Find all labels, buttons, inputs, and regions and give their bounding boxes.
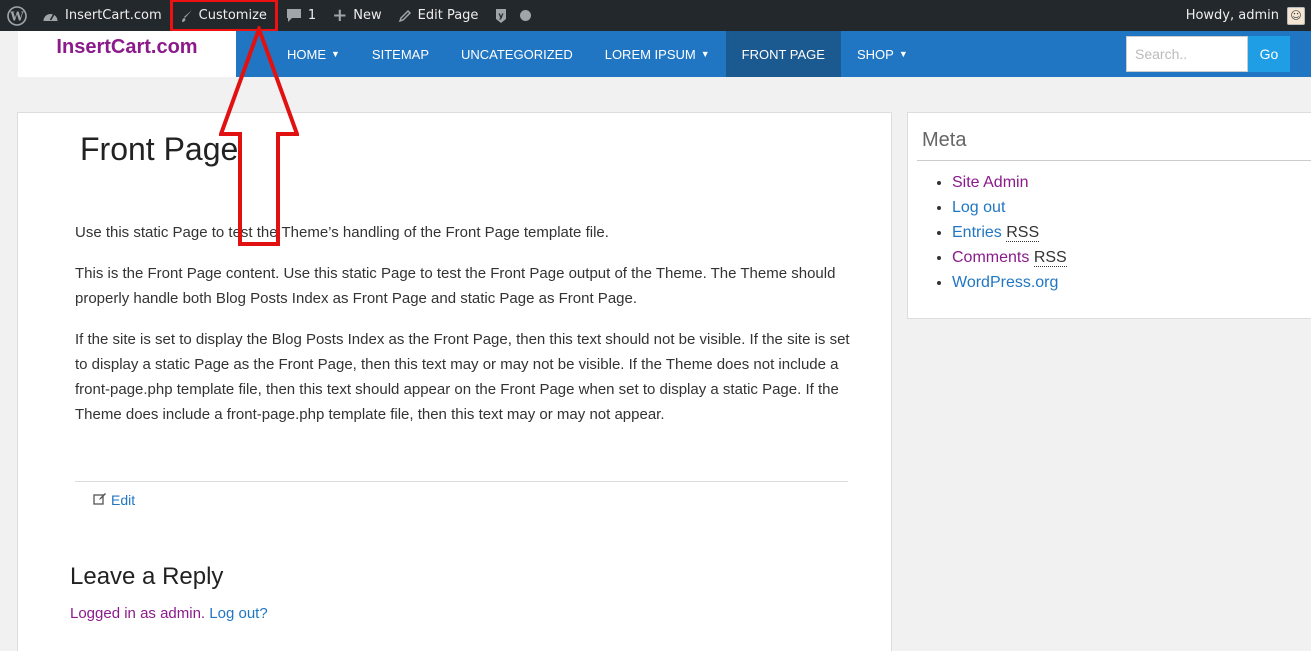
menu-item-label: UNCATEGORIZED (461, 46, 573, 62)
main-content-card: Front Page Use this static Page to test … (17, 112, 892, 651)
comment-bubble-icon (286, 8, 302, 23)
plus-icon: + (332, 4, 348, 26)
edit-page-label: Edit Page (417, 8, 479, 23)
reply-title: Leave a Reply (70, 563, 224, 590)
list-item: Site Admin (952, 170, 1067, 195)
log-out-link[interactable]: Log out (952, 199, 1005, 216)
rss-abbr: RSS (1033, 249, 1067, 267)
pencil-icon (398, 9, 412, 23)
menu-item-front-page[interactable]: FRONT PAGE (725, 31, 841, 77)
seo-status-dot-icon[interactable] (516, 0, 535, 31)
comments-feed-link[interactable]: Comments (952, 249, 1029, 266)
customize-label: Customize (198, 8, 267, 23)
menu-item-label: FRONT PAGE (741, 46, 825, 62)
widget-title: Meta (922, 129, 967, 151)
logged-in-text: Logged in as admin. Log out? (70, 605, 268, 622)
status-dot (520, 10, 532, 21)
list-item: Entries RSS (952, 220, 1067, 245)
content-divider (75, 481, 848, 482)
svg-text:W: W (9, 9, 24, 23)
list-item: Log out (952, 195, 1067, 220)
yoast-icon: y (494, 8, 508, 24)
avatar: ☺ (1287, 6, 1305, 25)
admin-bar-site-name[interactable]: InsertCart.com (34, 0, 170, 31)
site-admin-link[interactable]: Site Admin (952, 174, 1028, 191)
new-label: New (353, 8, 382, 23)
my-account-button[interactable]: Howdy, admin ☺ (1178, 0, 1311, 31)
svg-text:y: y (499, 11, 505, 20)
menu-item-label: SITEMAP (371, 46, 429, 62)
menu-item-label: SHOP (856, 46, 894, 62)
meta-links-list: Site Admin Log out Entries RSS Comments … (952, 170, 1067, 295)
main-menu: HOME ▼ SITEMAP UNCATEGORIZED LOREM IPSUM… (271, 31, 924, 77)
site-navbar: InsertCart.com HOME ▼ SITEMAP UNCATEGORI… (18, 31, 1311, 77)
entries-feed-link[interactable]: Entries (952, 224, 1002, 241)
edit-label: Edit (111, 492, 136, 508)
logged-in-as-link[interactable]: Logged in as admin. (70, 605, 205, 622)
edit-link[interactable]: Edit (93, 492, 135, 508)
menu-item-lorem-ipsum[interactable]: LOREM IPSUM ▼ (589, 31, 726, 77)
yoast-seo-button[interactable]: y (486, 0, 516, 31)
list-item: Comments RSS (952, 245, 1067, 270)
list-item: WordPress.org (952, 270, 1067, 295)
wordpress-org-link[interactable]: WordPress.org (952, 274, 1058, 291)
dashboard-gauge-icon (42, 9, 59, 23)
menu-item-uncategorized[interactable]: UNCATEGORIZED (445, 31, 589, 77)
admin-bar: W InsertCart.com Customize 1 + New Edit … (0, 0, 1311, 32)
widget-divider (917, 160, 1311, 161)
content-paragraph: This is the Front Page content. Use this… (75, 265, 836, 307)
edit-page-button[interactable]: Edit Page (390, 0, 487, 31)
site-name-label: InsertCart.com (65, 8, 162, 23)
new-content-button[interactable]: + New (324, 0, 389, 31)
logout-link[interactable]: Log out? (209, 605, 267, 622)
meta-widget: Meta Site Admin Log out Entries RSS Comm… (907, 112, 1311, 319)
content-paragraph: If the site is set to display the Blog P… (75, 331, 850, 423)
menu-item-shop[interactable]: SHOP ▼ (841, 31, 924, 77)
search-input[interactable] (1126, 36, 1248, 72)
howdy-label: Howdy, admin (1185, 8, 1279, 23)
paintbrush-icon (181, 9, 193, 23)
annotation-arrow-icon (219, 26, 299, 246)
comments-count: 1 (307, 8, 317, 23)
content-paragraph: Use this static Page to test the Theme’s… (75, 224, 609, 241)
search-go-button[interactable]: Go (1248, 36, 1290, 72)
site-brand[interactable]: InsertCart.com (18, 31, 236, 77)
menu-item-sitemap[interactable]: SITEMAP (356, 31, 445, 77)
wordpress-logo-icon[interactable]: W (0, 0, 34, 31)
rss-abbr: RSS (1006, 224, 1040, 242)
menu-item-label: LOREM IPSUM (604, 46, 696, 62)
page-content: Use this static Page to test the Theme’s… (75, 220, 850, 443)
caret-down-icon: ▼ (898, 49, 908, 59)
search-form: Go (1126, 36, 1290, 72)
caret-down-icon: ▼ (700, 49, 710, 59)
edit-icon (93, 492, 107, 508)
page-title: Front Page (80, 131, 239, 167)
caret-down-icon: ▼ (331, 49, 340, 59)
brand-label: InsertCart.com (56, 36, 198, 58)
